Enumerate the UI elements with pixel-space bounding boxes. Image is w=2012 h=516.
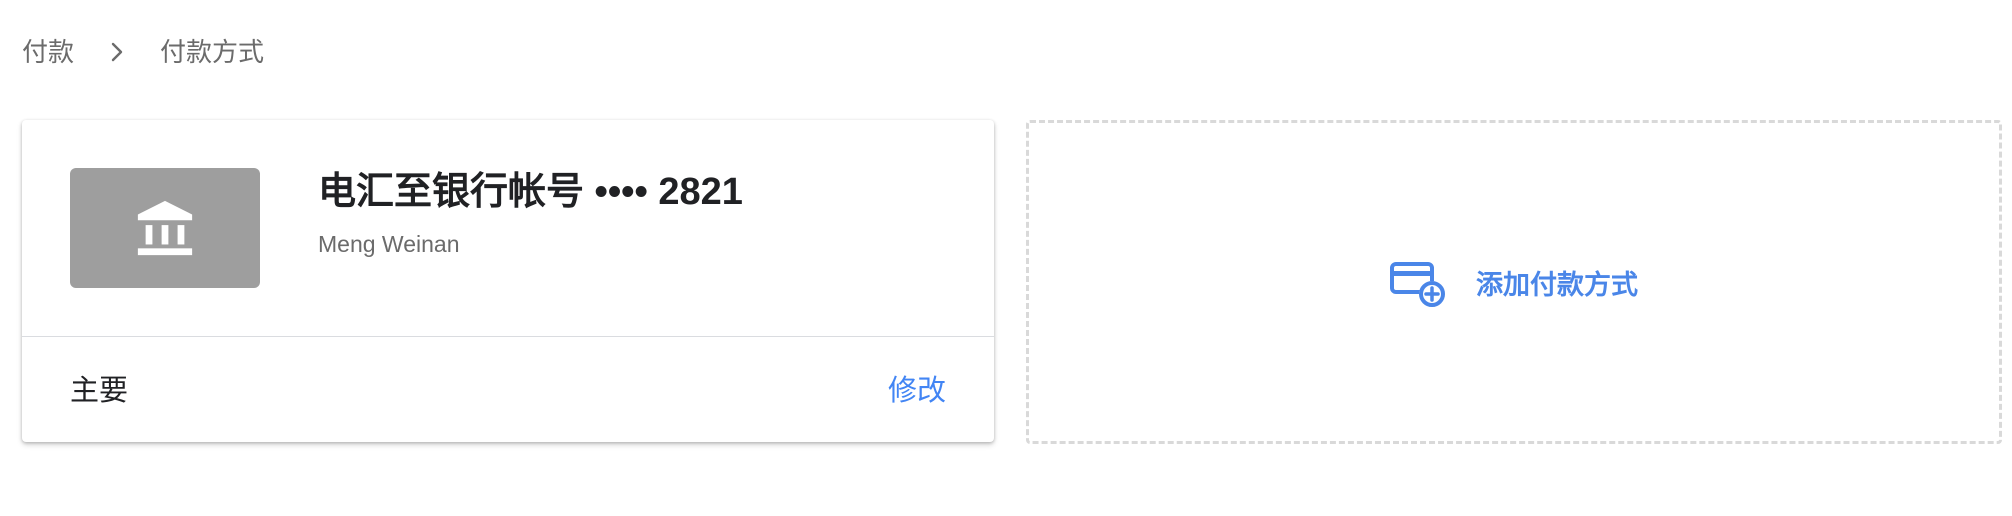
payment-method-footer: 主要 修改	[22, 337, 994, 442]
bank-icon	[137, 200, 193, 256]
chevron-right-icon	[102, 41, 132, 63]
add-payment-method-label: 添加付款方式	[1476, 270, 1638, 300]
add-payment-method-button[interactable]: 添加付款方式	[1026, 120, 2002, 444]
payment-method-details: 电汇至银行帐号 •••• 2821 Meng Weinan	[22, 120, 994, 337]
bank-tile	[70, 168, 260, 288]
payments-page: 付款 付款方式 电汇至银行帐号 •••• 2821 Meng Weinan 主要…	[0, 0, 2012, 516]
breadcrumb: 付款 付款方式	[22, 32, 264, 72]
primary-status-label: 主要	[70, 375, 129, 407]
edit-button[interactable]: 修改	[888, 371, 946, 411]
payment-method-card: 电汇至银行帐号 •••• 2821 Meng Weinan 主要 修改	[22, 120, 994, 442]
breadcrumb-item-payments[interactable]: 付款	[22, 32, 74, 72]
add-payment-method-content: 添加付款方式	[1390, 261, 1638, 309]
account-holder-name: Meng Weinan	[318, 231, 460, 257]
payment-method-title: 电汇至银行帐号 •••• 2821	[318, 171, 743, 213]
breadcrumb-item-payment-methods: 付款方式	[160, 37, 265, 67]
add-card-icon	[1390, 262, 1445, 307]
